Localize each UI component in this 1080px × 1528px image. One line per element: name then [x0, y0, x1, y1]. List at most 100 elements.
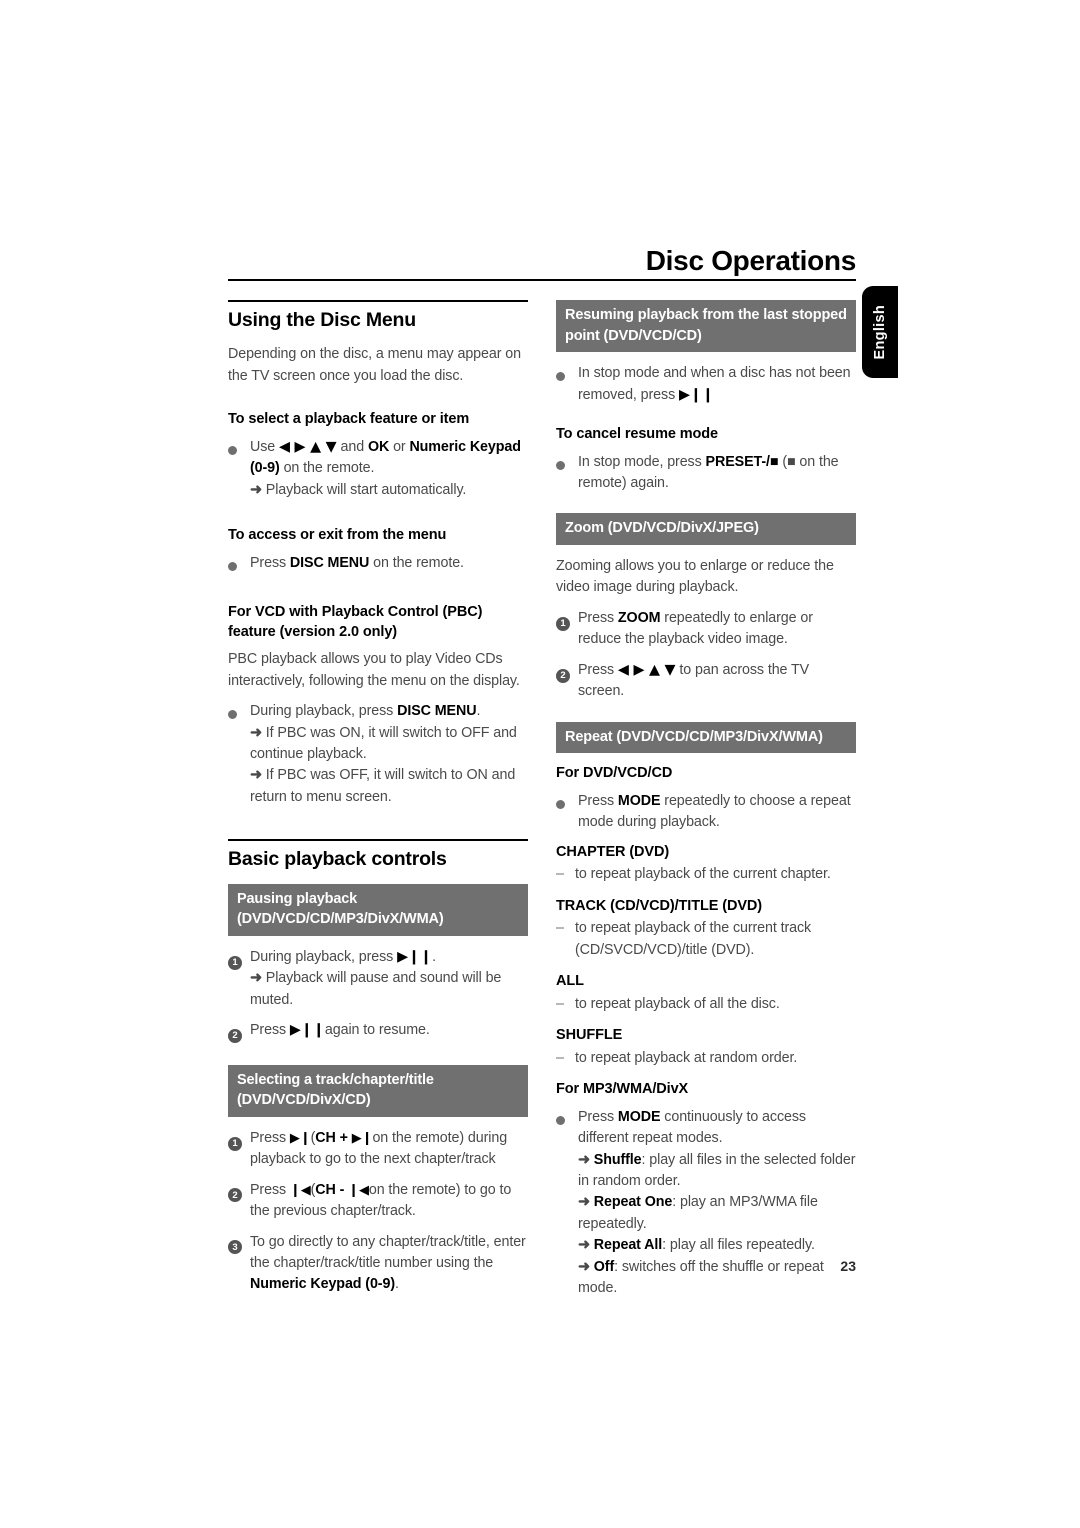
list-item-body: Press DISC MENU on the remote. [250, 553, 528, 578]
arrow-icon: ➜ [250, 724, 262, 741]
step-number-1: 1 [228, 947, 250, 1011]
list-item-body: During playback, press ▶❙❙. ➜ Playback w… [250, 947, 528, 1011]
arrow-icon: ➜ [250, 970, 262, 987]
text-again-resume: again to resume. [324, 1022, 430, 1039]
arrow-icon: ➜ [250, 767, 262, 784]
step-number-1: 1 [228, 1128, 250, 1171]
subheading-cancel-resume: To cancel resume mode [556, 426, 719, 443]
list-item: 2 Press ◀ ▶ ▲ ▼ to pan across the TV scr… [556, 660, 856, 703]
list-item-body: Press ❙◀(CH - ❙◀on the remote) to go to … [250, 1181, 512, 1220]
list-item: 1 Press ▶❙(CH + ▶❙on the remote) during … [228, 1128, 528, 1171]
dash-icon: – [556, 995, 564, 1012]
language-tab: English [862, 286, 898, 378]
repeat-mode-name: ALL [556, 973, 584, 990]
content-columns: Using the Disc Menu Depending on the dis… [228, 300, 856, 1309]
bullet-dot [228, 553, 250, 578]
text-press: Press [578, 661, 615, 678]
play-pause-icon: ▶❙❙ [397, 948, 433, 965]
repeat-mode-row: – to repeat playback of the current chap… [556, 864, 856, 885]
band-selecting-track: Selecting a track/chapter/title (DVD/VCD… [228, 1064, 528, 1117]
step-number-1: 1 [556, 608, 578, 651]
list-item-body: Use ◀ ▶ ▲ ▼ and OK or Numeric Keypad (0-… [250, 437, 528, 501]
key-mode: MODE [617, 1108, 661, 1125]
previous-track-icon: ❙◀ [289, 1182, 311, 1198]
key-ok: OK [367, 438, 390, 455]
subheading-for-dvd-vcd-cd: For DVD/VCD/CD [556, 765, 673, 782]
key-ch-plus: CH + [315, 1129, 348, 1146]
list-item: Press MODE repeatedly to choose a repeat… [556, 791, 856, 834]
text-or: or [393, 438, 406, 455]
text-press: Press [578, 609, 615, 626]
list-item: 1 Press ZOOM repeatedly to enlarge or re… [556, 608, 856, 651]
list-item-body: During playback, press DISC MENU. ➜ If P… [250, 701, 528, 808]
previous-track-icon: ❙◀ [348, 1182, 369, 1198]
next-track-icon: ▶❙ [351, 1130, 373, 1146]
header-divider [228, 279, 856, 282]
dash-icon: – [556, 866, 564, 883]
step-number-2: 2 [556, 660, 578, 703]
step-number-2: 2 [228, 1180, 250, 1223]
text-on-remote: on the remote. [373, 554, 464, 571]
text-next-chapter: on the remote) during playback to go to … [250, 1129, 508, 1168]
dpad-arrows-icon: ◀ ▶ ▲ ▼ [279, 438, 337, 455]
subheading-select-playback-feature: To select a playback feature or item [228, 411, 470, 428]
language-tab-label: English [872, 304, 888, 360]
text-press: Press [250, 1022, 287, 1039]
band-zoom: Zoom (DVD/VCD/DivX/JPEG) [556, 513, 856, 546]
list-item-body: Press ◀ ▶ ▲ ▼ to pan across the TV scree… [578, 660, 856, 703]
subheading-vcd-pbc: For VCD with Playback Control (PBC) feat… [228, 604, 483, 640]
section-title-basic-playback: Basic playback controls [228, 848, 447, 871]
result-pbc-off: If PBC was OFF, it will switch to ON and… [250, 767, 516, 805]
bullet-dot [228, 437, 250, 501]
result-pbc-on: If PBC was ON, it will switch to OFF and… [250, 724, 517, 763]
list-item: In stop mode, press PRESET-/■ (■ on the … [556, 452, 856, 495]
step-number-2: 2 [228, 1020, 250, 1045]
text-press: Press [250, 554, 287, 571]
key-preset-stop: PRESET-/■ [705, 453, 779, 470]
list-item: 1 During playback, press ▶❙❙. ➜ Playback… [228, 947, 528, 1011]
dash-icon: – [556, 920, 564, 937]
pbc-description: PBC playback allows you to play Video CD… [228, 651, 520, 689]
mp3-mode-name: Shuffle [593, 1151, 642, 1168]
key-disc-menu: DISC MENU [289, 554, 370, 571]
text-press: Press [578, 792, 615, 809]
band-repeat: Repeat (DVD/VCD/CD/MP3/DivX/WMA) [556, 721, 856, 754]
result-playback-auto: Playback will start automatically. [265, 481, 467, 498]
repeat-mode-row: – to repeat playback of the current trac… [556, 918, 856, 961]
mp3-mode-desc: : play all files repeatedly. [662, 1237, 815, 1254]
bullet-dot [556, 363, 578, 406]
text-zoom-repeatedly: repeatedly to enlarge or reduce the play… [578, 609, 813, 648]
list-item: 2 Press ▶❙❙again to resume. [228, 1020, 528, 1045]
left-column: Using the Disc Menu Depending on the dis… [228, 300, 528, 1309]
repeat-mode-row: – to repeat playback at random order. [556, 1048, 856, 1069]
list-item-body: Press MODE repeatedly to choose a repeat… [578, 791, 856, 834]
repeat-mode-desc: to repeat playback at random order. [575, 1049, 798, 1066]
bullet-dot [228, 701, 250, 808]
list-item: During playback, press DISC MENU. ➜ If P… [228, 701, 528, 808]
manual-page: Disc Operations English Using the Disc M… [0, 0, 1080, 1528]
repeat-mode-name: SHUFFLE [556, 1027, 623, 1044]
arrow-icon: ➜ [578, 1237, 590, 1254]
play-pause-icon: ▶❙❙ [679, 386, 714, 403]
section-title-using-disc-menu: Using the Disc Menu [228, 309, 416, 331]
list-item: 2 Press ❙◀(CH - ❙◀on the remote) to go t… [228, 1180, 528, 1223]
page-title: Disc Operations [645, 245, 857, 276]
right-column: Resuming playback from the last stopped … [556, 300, 856, 1309]
mp3-mode-name: Repeat One [593, 1194, 673, 1211]
arrow-icon: ➜ [250, 481, 262, 498]
arrow-icon: ➜ [578, 1151, 590, 1168]
list-item-body: In stop mode and when a disc has not bee… [578, 363, 856, 406]
section-divider-basic-playback [228, 839, 528, 842]
list-item-body: In stop mode, press PRESET-/■ (■ on the … [578, 452, 856, 495]
repeat-mode-desc: to repeat playback of the current chapte… [575, 866, 831, 883]
dpad-arrows-icon: ◀ ▶ ▲ ▼ [617, 661, 676, 678]
repeat-mode-desc: to repeat playback of the current track … [575, 920, 812, 958]
subheading-for-mp3-wma-divx: For MP3/WMA/DivX [556, 1081, 689, 1098]
text-press: Press [250, 1129, 287, 1146]
text-in-stop-mode-press: In stop mode, press [578, 453, 702, 470]
text-use: Use [250, 438, 276, 455]
mp3-mode-name: Repeat All [593, 1237, 663, 1254]
text-press: Press [250, 1181, 287, 1198]
dash-icon: – [556, 1049, 564, 1066]
list-item: Press DISC MENU on the remote. [228, 553, 528, 578]
